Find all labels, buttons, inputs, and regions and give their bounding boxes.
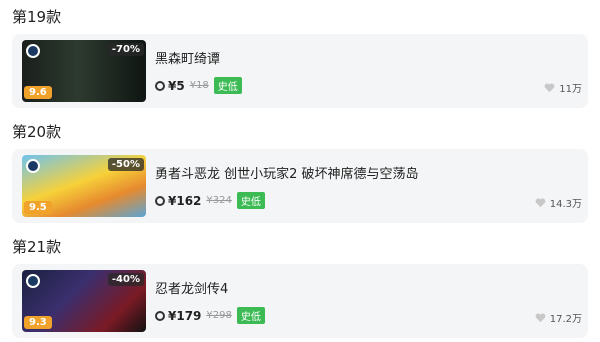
price-tag-icon [155,195,165,206]
lowest-price-tag: 史低 [236,307,265,324]
steam-icon [26,44,40,58]
steam-icon [26,274,40,288]
heart-icon [535,198,546,207]
section-title: 第21款 [12,238,62,256]
price-row: ¥5 ¥18 史低 [155,77,242,94]
discount-badge: -40% [107,273,144,286]
price-tag-icon [155,310,165,321]
game-thumbnail[interactable]: -50% 9.5 [22,155,146,217]
game-card[interactable]: -50% 9.5 勇者斗恶龙 创世小玩家2 破坏神席德与空荡岛 ¥162 ¥32… [12,149,588,223]
game-card[interactable]: -40% 9.3 忍者龙剑传4 ¥179 ¥298 史低 17.2万 [12,264,588,338]
score-badge: 9.3 [24,316,52,329]
current-price: ¥179 [168,308,202,323]
current-price: ¥5 [168,78,185,93]
like-count: 11万 [559,84,582,95]
score-badge: 9.6 [24,86,52,99]
game-title[interactable]: 忍者龙剑传4 [155,278,228,297]
like-button[interactable]: 11万 [544,80,582,95]
original-price: ¥298 [206,310,232,321]
lowest-price-tag: 史低 [213,77,242,94]
game-card[interactable]: -70% 9.6 黑森町绮谭 ¥5 ¥18 史低 11万 [12,34,588,108]
game-thumbnail[interactable]: -40% 9.3 [22,270,146,332]
price-row: ¥162 ¥324 史低 [155,192,265,209]
section-title: 第20款 [12,123,62,141]
lowest-price-tag: 史低 [236,192,265,209]
score-badge: 9.5 [24,201,52,214]
like-count: 14.3万 [549,199,582,210]
game-title[interactable]: 黑森町绮谭 [155,48,220,67]
heart-icon [544,83,555,92]
original-price: ¥18 [189,80,209,91]
like-button[interactable]: 17.2万 [535,310,582,325]
discount-badge: -50% [107,158,144,171]
price-row: ¥179 ¥298 史低 [155,307,265,324]
game-thumbnail[interactable]: -70% 9.6 [22,40,146,102]
game-title[interactable]: 勇者斗恶龙 创世小玩家2 破坏神席德与空荡岛 [155,163,419,182]
heart-icon [535,313,546,322]
like-button[interactable]: 14.3万 [535,195,582,210]
price-tag-icon [155,80,165,91]
like-count: 17.2万 [549,314,582,325]
steam-icon [26,159,40,173]
discount-badge: -70% [107,43,144,56]
original-price: ¥324 [206,195,232,206]
section-title: 第19款 [12,8,62,26]
current-price: ¥162 [168,193,202,208]
